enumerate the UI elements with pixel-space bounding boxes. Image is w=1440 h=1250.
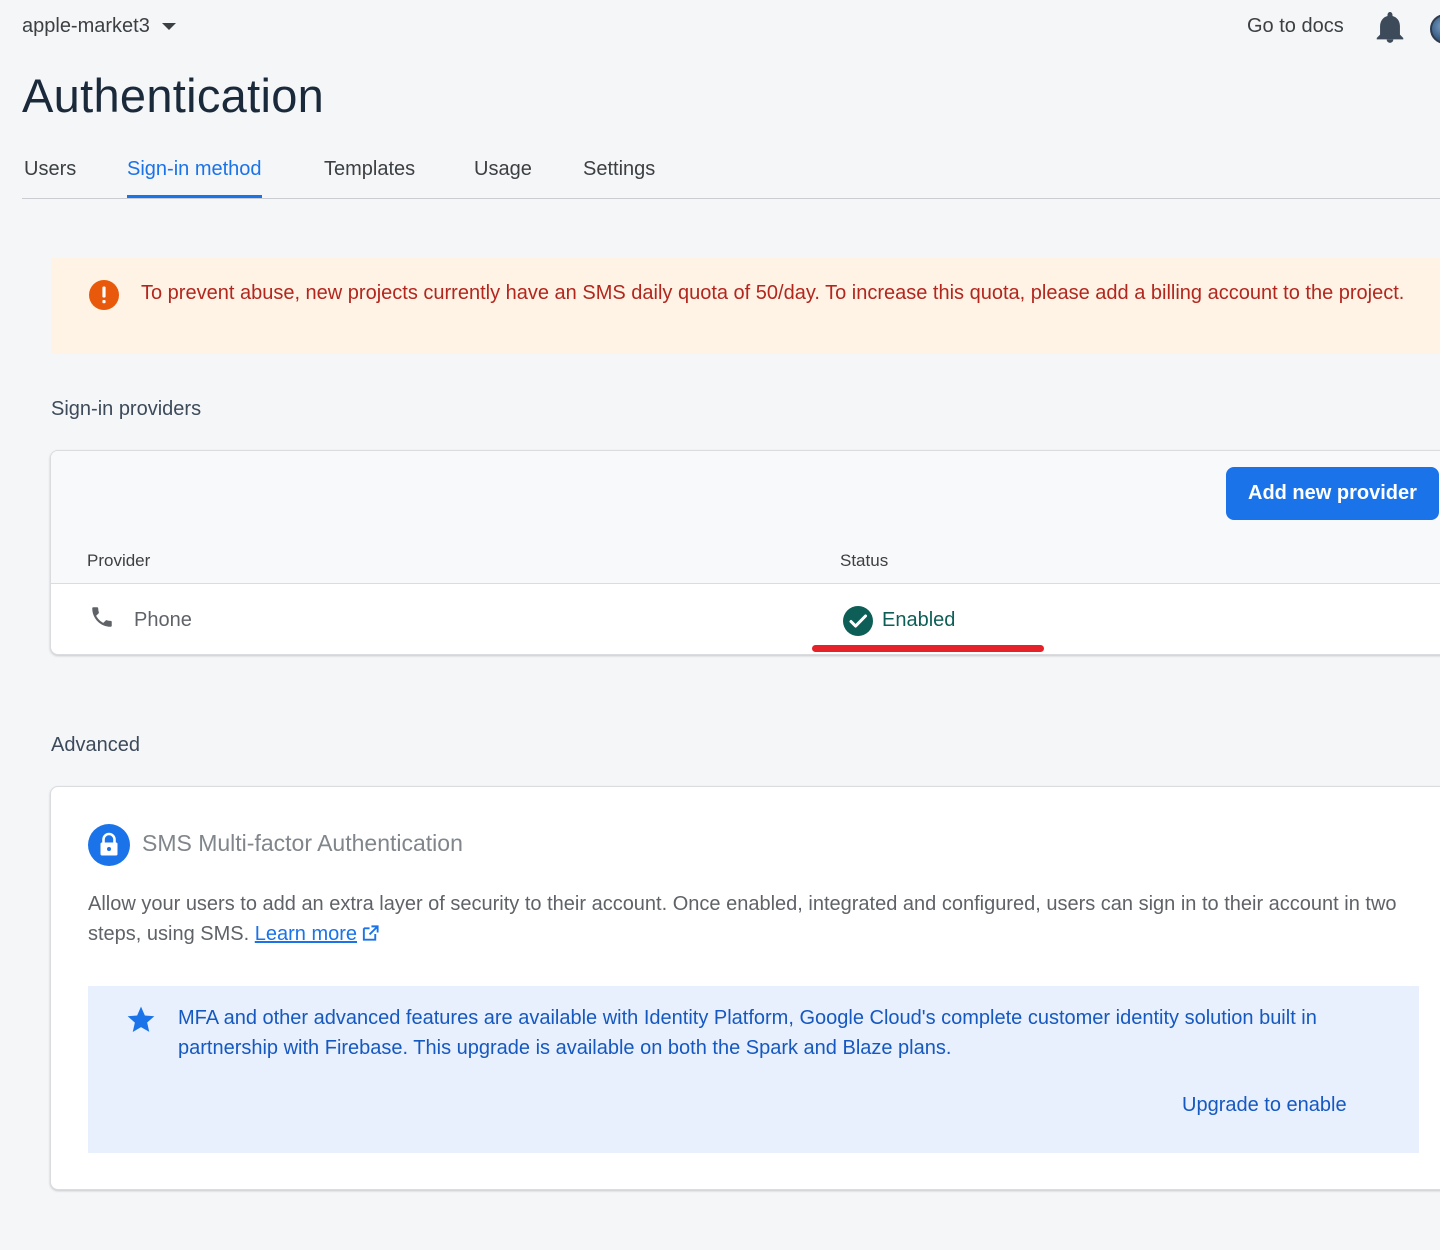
tab-settings[interactable]: Settings	[583, 158, 655, 198]
upgrade-text: MFA and other advanced features are avai…	[178, 1007, 1317, 1059]
page-title: Authentication	[22, 69, 325, 122]
project-switcher[interactable]: apple-market3	[22, 15, 176, 38]
warning-text: To prevent abuse, new projects currently…	[141, 282, 1405, 304]
sms-quota-warning: To prevent abuse, new projects currently…	[51, 258, 1440, 354]
advanced-heading: Advanced	[51, 734, 140, 756]
lock-icon	[88, 824, 130, 866]
upgrade-to-enable-button[interactable]: Upgrade to enable	[1182, 1094, 1347, 1117]
upgrade-banner: MFA and other advanced features are avai…	[88, 986, 1419, 1153]
avatar[interactable]	[1430, 14, 1440, 44]
go-to-docs-link[interactable]: Go to docs	[1247, 15, 1344, 38]
tab-bar: Users Sign-in method Templates Usage Set…	[22, 150, 1440, 199]
add-new-provider-button[interactable]: Add new provider	[1226, 467, 1439, 520]
mfa-title: SMS Multi-factor Authentication	[142, 830, 463, 856]
sign-in-providers-heading: Sign-in providers	[51, 398, 202, 420]
star-icon	[127, 1006, 155, 1032]
status-column-header: Status	[840, 551, 889, 570]
providers-card: Add new provider Provider Status Phone E…	[50, 450, 1440, 655]
status-enabled: Enabled	[882, 609, 956, 631]
top-bar: apple-market3 Go to docs	[0, 0, 1440, 58]
mfa-card: SMS Multi-factor Authentication Allow yo…	[50, 786, 1440, 1190]
table-row[interactable]: Phone Enabled	[51, 584, 1440, 654]
provider-column-header: Provider	[87, 551, 151, 570]
providers-table-header: Add new provider Provider Status	[51, 451, 1440, 584]
tab-usage[interactable]: Usage	[474, 158, 532, 198]
phone-icon	[92, 607, 112, 627]
red-underline-annotation	[812, 645, 1044, 652]
caret-down-icon	[161, 23, 176, 30]
error-icon	[89, 280, 119, 310]
check-circle-icon	[843, 606, 873, 636]
project-name: apple-market3	[22, 15, 150, 37]
learn-more-link[interactable]: Learn more	[255, 923, 357, 945]
external-link-icon[interactable]	[361, 924, 380, 943]
tab-sign-in-method[interactable]: Sign-in method	[127, 158, 262, 198]
provider-name: Phone	[134, 609, 192, 631]
bell-icon[interactable]	[1376, 12, 1404, 44]
mfa-description: Allow your users to add an extra layer o…	[88, 889, 1428, 949]
tab-templates[interactable]: Templates	[324, 158, 415, 198]
tab-users[interactable]: Users	[24, 158, 76, 198]
